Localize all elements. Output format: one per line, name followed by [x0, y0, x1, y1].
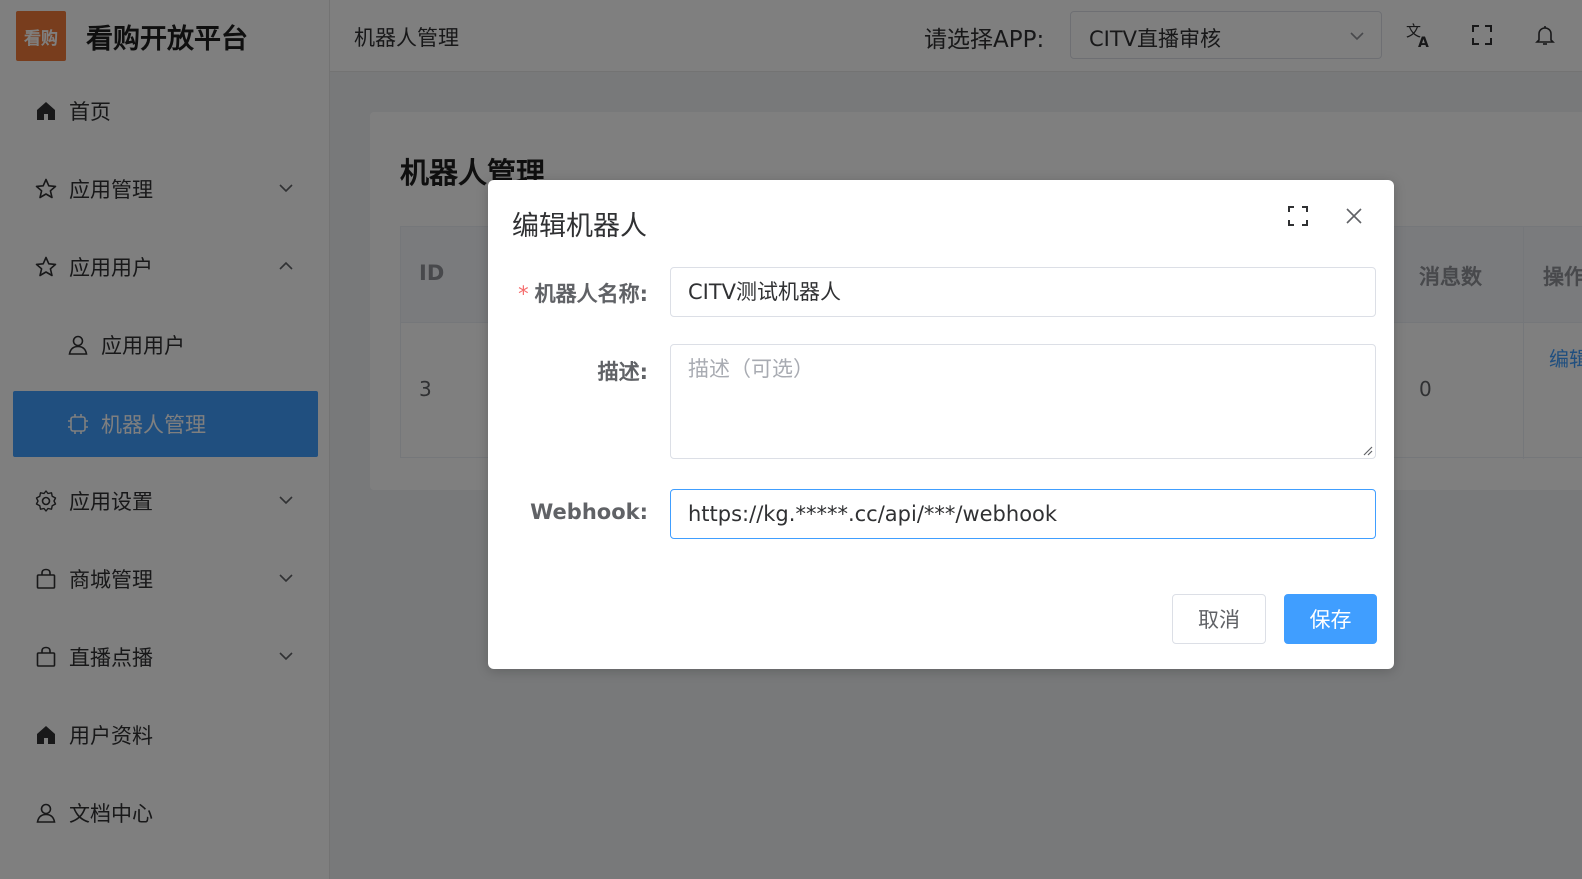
description-placeholder: 描述（可选） — [688, 357, 814, 381]
webhook-value: https://kg.*****.cc/api/***/webhook — [688, 502, 1058, 526]
close-icon[interactable] — [1340, 202, 1368, 230]
dialog-title: 编辑机器人 — [512, 211, 647, 242]
cancel-button[interactable]: 取消 — [1172, 594, 1266, 644]
edit-robot-dialog: 编辑机器人 * 机器人名称: CITV测试机器人 描述: 描述（可选） Webho… — [488, 180, 1394, 669]
robot-name-value: CITV测试机器人 — [688, 280, 842, 304]
required-asterisk: * — [518, 282, 529, 306]
name-label: * 机器人名称: — [518, 282, 648, 306]
resize-handle-icon[interactable] — [1361, 444, 1373, 456]
webhook-input[interactable]: https://kg.*****.cc/api/***/webhook — [670, 489, 1376, 539]
save-button[interactable]: 保存 — [1284, 594, 1377, 644]
webhook-label: Webhook: — [530, 500, 648, 524]
maximize-icon[interactable] — [1284, 202, 1312, 230]
description-label: 描述: — [597, 360, 648, 384]
description-textarea[interactable]: 描述（可选） — [670, 344, 1376, 459]
robot-name-input[interactable]: CITV测试机器人 — [670, 267, 1376, 317]
